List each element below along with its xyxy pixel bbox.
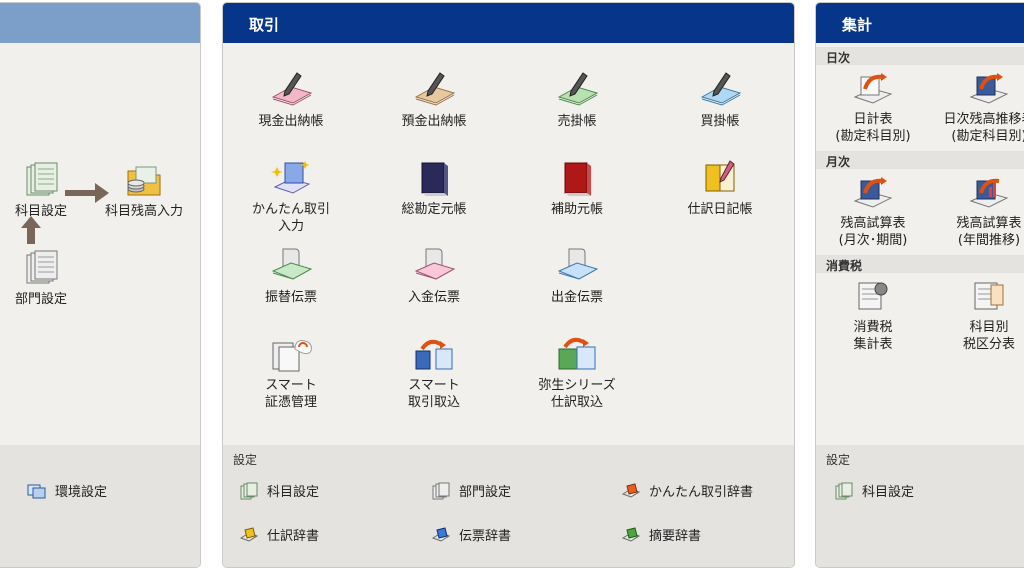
receivables-book-item[interactable]: 売掛帳 [507,71,647,130]
smart-voucher-management-item[interactable]: スマート 証憑管理 [223,335,361,411]
transactions-panel-title: 取引 [223,3,794,43]
flow-arrow-up-icon [21,216,41,244]
blue-dictionary-icon [431,526,451,544]
payment-slip-item[interactable]: 出金伝票 [507,247,647,306]
annual-trend-chart-icon [967,173,1011,211]
monthly-section-label: 月次 [816,151,1024,169]
journal-dictionary-link[interactable]: 仕訳辞書 [239,525,319,544]
payables-book-pen-icon [698,71,742,109]
yellow-dictionary-icon [239,526,259,544]
tax-category-table-icon [967,277,1011,315]
environment-settings-icon [27,482,47,500]
deposit-book-item[interactable]: 預金出納帳 [364,71,504,130]
smart-import-icon [412,335,456,373]
reports-panel-title: 集計 [816,3,1024,43]
transfer-slip-icon [269,247,313,285]
transactions-panel: 取引 現金出納帳 預金出納帳 売掛帳 買掛帳 かんたん取引 入力 総勘定元帳 補… [222,2,795,568]
ledger-stack-icon [19,161,63,199]
transactions-settings-label: 設定 [233,453,258,467]
transactions-settings-area: 設定 科目設定 部門設定 かんたん取引辞書 仕訳辞書 伝票辞書 摘要辞書 [223,445,794,567]
cash-book-item[interactable]: 現金出納帳 [223,71,361,130]
reports-settings-area: 設定 科目設定 [816,445,1024,567]
yellow-journal-pen-icon [698,159,742,197]
journal-book-item[interactable]: 仕訳日記帳 [650,159,790,218]
flow-arrow-right-icon [65,183,109,203]
reports-account-settings-link[interactable]: 科目設定 [834,481,914,500]
setup-settings-area: 環境設定 [0,445,200,567]
ledger-stack-icon [239,482,259,500]
orange-dictionary-icon [621,482,641,500]
reports-settings-label: 設定 [826,453,851,467]
ledger-stack-icon [834,482,854,500]
yayoi-import-icon [555,335,599,373]
ledger-stack-gray-icon [431,482,451,500]
green-dictionary-icon [621,526,641,544]
account-settings-link[interactable]: 科目設定 [239,481,319,500]
general-ledger-item[interactable]: 総勘定元帳 [364,159,504,218]
smart-voucher-icon [269,335,313,373]
easy-transaction-dictionary-link[interactable]: かんたん取引辞書 [621,481,753,500]
payment-slip-icon [555,247,599,285]
slip-dictionary-link[interactable]: 伝票辞書 [431,525,511,544]
trial-balance-chart-icon [851,173,895,211]
receivables-book-pen-icon [555,71,599,109]
sparkle-ledger-icon [269,159,313,197]
tax-summary-icon [851,277,895,315]
tax-category-by-account-item[interactable]: 科目別 税区分表 [919,277,1024,353]
cash-book-pen-icon [269,71,313,109]
payables-book-item[interactable]: 買掛帳 [650,71,790,130]
department-settings-item[interactable]: 部門設定 [0,249,111,308]
red-book-icon [555,159,599,197]
setup-panel: 科目設定 科目残高入力 部門設定 環境設定 [0,2,201,568]
reports-panel: 集計 日次 日計表 (勘定科目別) 日次残高推移表 (勘定科目別) 月次 残高試… [815,2,1024,568]
department-settings-link[interactable]: 部門設定 [431,481,511,500]
daily-report-chart-icon [851,69,895,107]
summary-dictionary-link[interactable]: 摘要辞書 [621,525,701,544]
receipt-slip-item[interactable]: 入金伝票 [364,247,504,306]
trial-balance-annual-item[interactable]: 残高試算表 (年間推移) [919,173,1024,249]
smart-transaction-import-item[interactable]: スマート 取引取込 [364,335,504,411]
setup-panel-header [0,3,200,43]
daily-balance-trend-item[interactable]: 日次残高推移表 (勘定科目別) [919,69,1024,145]
deposit-book-pen-icon [412,71,456,109]
folder-coins-icon [122,161,166,199]
environment-settings-link[interactable]: 環境設定 [27,481,107,500]
yayoi-series-import-item[interactable]: 弥生シリーズ 仕訳取込 [507,335,647,411]
transfer-slip-item[interactable]: 振替伝票 [223,247,361,306]
sub-ledger-item[interactable]: 補助元帳 [507,159,647,218]
daily-trend-chart-icon [967,69,1011,107]
receipt-slip-icon [412,247,456,285]
easy-transaction-input-item[interactable]: かんたん取引 入力 [223,159,361,235]
ledger-stack-gray-icon [19,249,63,287]
navy-book-icon [412,159,456,197]
daily-section-label: 日次 [816,47,1024,65]
consumption-tax-section-label: 消費税 [816,255,1024,273]
